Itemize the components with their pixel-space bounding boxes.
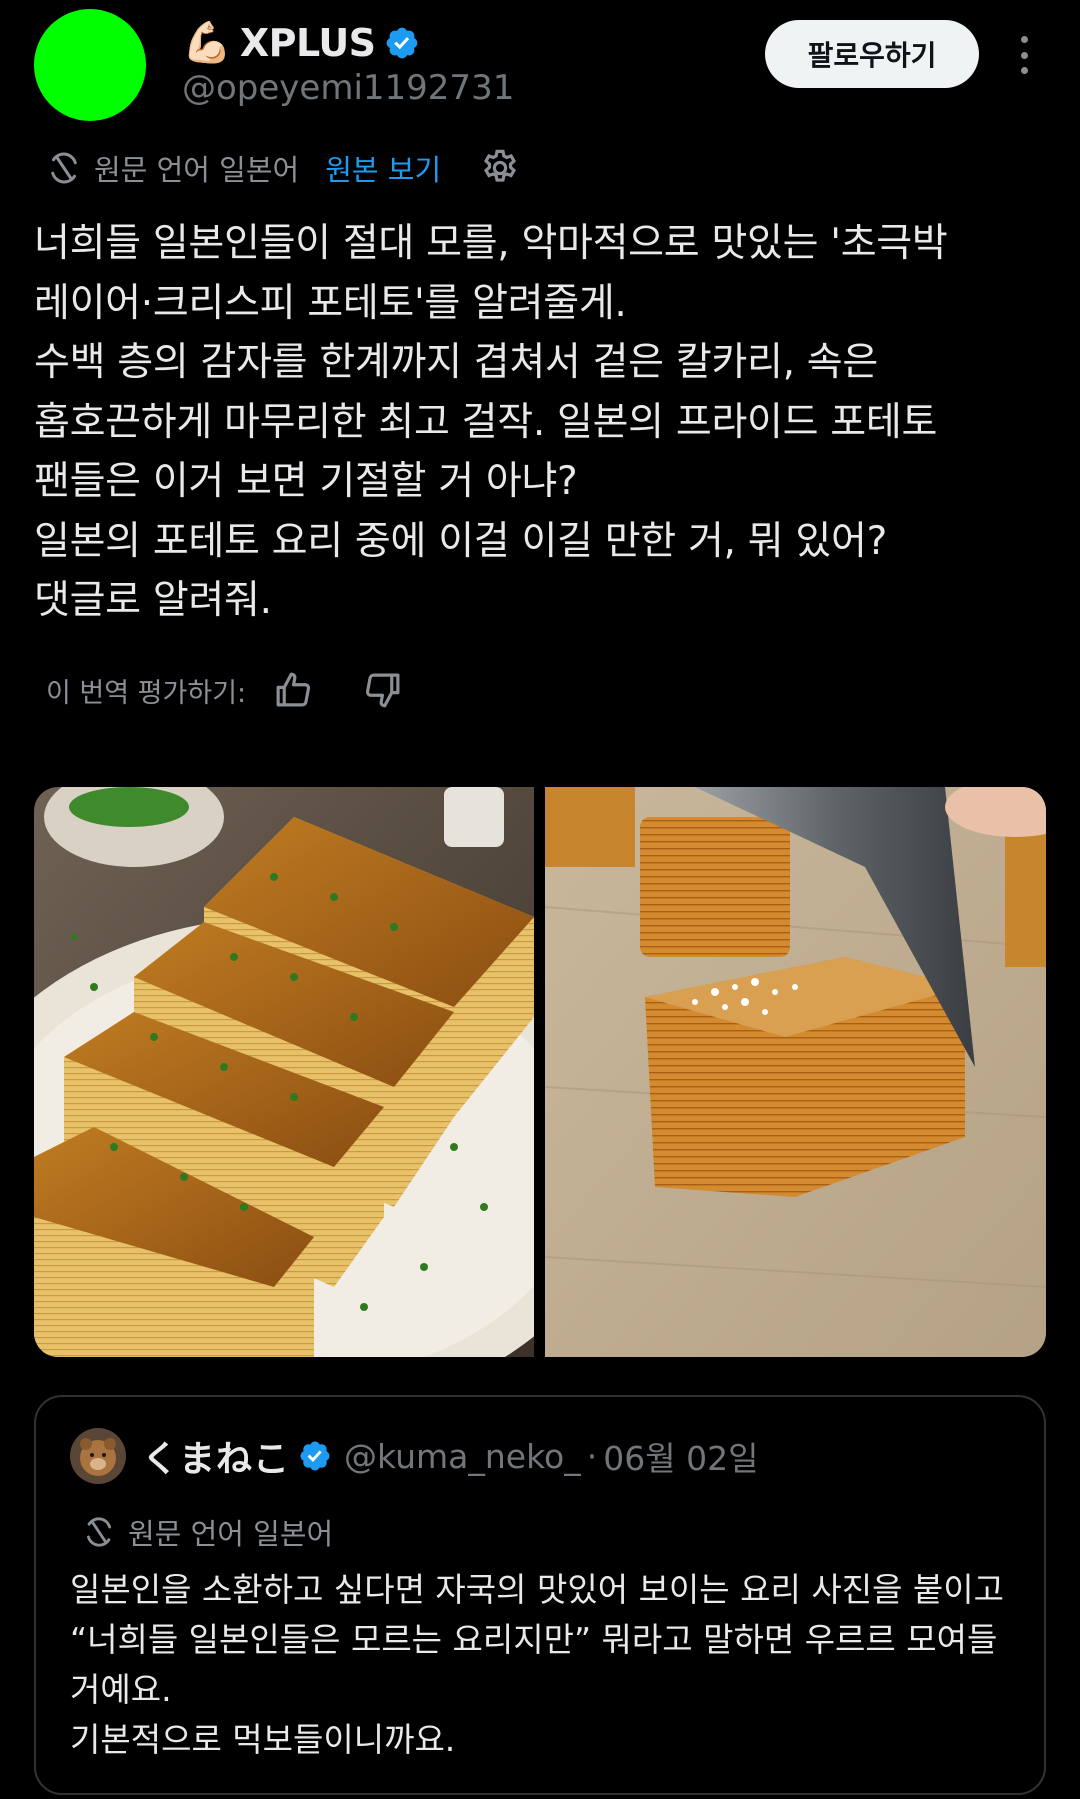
follow-button[interactable]: 팔로우하기 (765, 20, 979, 88)
quoted-text-line: 일본인을 소환하고 싶다면 자국의 맛있어 보이는 요리 사진을 붙이고 (70, 1570, 1004, 1609)
quoted-translation-info: 원문 언어 일본어 (82, 1509, 333, 1555)
verified-badge-icon (386, 27, 417, 59)
author-name-row[interactable]: 💪🏻 XPLUS (182, 20, 420, 66)
quoted-author-handle: @kuma_neko_ (344, 1436, 581, 1476)
translation-info: 원문 언어 일본어 원본 보기 (46, 145, 521, 191)
tweet-detail: 💪🏻 XPLUS @opeyemi1192731 팔로우하기 원문 언어 일본어… (0, 0, 1080, 1799)
rate-translation: 이 번역 평가하기: (46, 666, 404, 714)
quoted-author-display-name: くまねこ (142, 1439, 291, 1480)
quoted-text-line: 거예요. (70, 1670, 172, 1709)
author-avatar[interactable] (34, 9, 146, 121)
post-text-line: 레이어·크리스피 포테토'를 알려줄게. (34, 280, 627, 326)
more-vertical-icon[interactable] (1010, 30, 1038, 80)
post-media-grid (34, 787, 1046, 1357)
rate-translation-label: 이 번역 평가하기: (46, 677, 247, 709)
quoted-text-line: “너희들 일본인들은 모르는 요리지만” 뭐라고 말하면 우르르 모여들 (70, 1620, 998, 1659)
post-text-line: 수백 층의 감자를 한계까지 겹쳐서 겉은 칼카리, 속은 (34, 340, 878, 385)
thumbs-up-icon[interactable] (272, 669, 314, 711)
post-text-line: 너희들 일본인들이 절대 모를, 악마적으로 맛있는 '초극박 (34, 221, 948, 266)
knife-cutting-potato-photo[interactable] (545, 787, 1046, 1357)
verified-badge-icon (300, 1441, 330, 1471)
translation-source-label: 원문 언어 일본어 (94, 153, 300, 187)
translate-icon (51, 152, 77, 184)
post-text: 너희들 일본인들이 절대 모를, 악마적으로 맛있는 '초극박 레이어·크리스피… (34, 214, 1054, 631)
layered-potato-photo[interactable] (34, 787, 534, 1357)
quoted-translation-label: 원문 언어 일본어 (128, 1517, 334, 1551)
show-original-link[interactable]: 원본 보기 (325, 147, 441, 189)
quoted-text-line: 기본적으로 먹보들이니까요. (70, 1720, 456, 1759)
author-display-name[interactable]: XPLUS (240, 20, 376, 66)
author-handle[interactable]: @opeyemi1192731 (182, 66, 514, 110)
quoted-author-avatar[interactable] (70, 1428, 126, 1484)
post-text-line: 댓글로 알려줘. (34, 578, 272, 623)
quoted-tweet-header: くまねこ @kuma_neko_ · 06월 02일 (70, 1427, 758, 1485)
settings-gear-icon[interactable] (479, 147, 521, 189)
post-text-line: 일본의 포테토 요리 중에 이걸 이길 만한 거, 뭐 있어? (34, 518, 887, 564)
flexed-biceps-emoji: 💪🏻 (182, 20, 232, 66)
quoted-tweet[interactable]: くまねこ @kuma_neko_ · 06월 02일 원문 언어 일본어 일본인… (34, 1395, 1046, 1795)
thumbs-down-icon[interactable] (362, 669, 404, 711)
meta-separator: · (586, 1436, 598, 1476)
post-text-line: 홉호끈하게 마무리한 최고 걸작. 일본의 프라이드 포테토 (34, 399, 938, 445)
post-text-line: 팬들은 이거 보면 기절할 거 아냐? (34, 459, 578, 504)
quoted-tweet-text: 일본인을 소환하고 싶다면 자국의 맛있어 보이는 요리 사진을 붙이고 “너희… (70, 1565, 1030, 1765)
quoted-tweet-date: 06월 02일 (603, 1439, 759, 1478)
translate-icon (86, 1517, 112, 1547)
